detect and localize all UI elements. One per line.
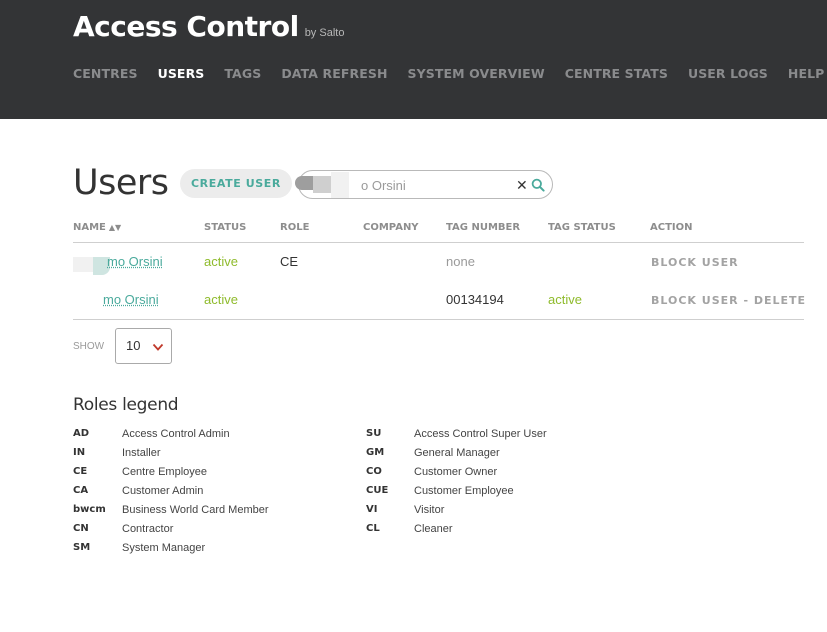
tag-status: active <box>548 292 582 307</box>
main-nav: CENTRES USERS TAGS DATA REFRESH SYSTEM O… <box>73 66 824 81</box>
header-tag-status: TAG STATUS <box>548 222 616 233</box>
role-code: CA <box>73 485 89 496</box>
role-code: CN <box>73 523 89 534</box>
nav-item-user-logs[interactable]: USER LOGS <box>688 66 768 81</box>
role-code: CUE <box>366 485 389 496</box>
role-code: AD <box>73 428 90 439</box>
role-code: SU <box>366 428 382 439</box>
role-description: Installer <box>122 447 161 459</box>
user-name-link[interactable]: mo Orsini <box>103 292 159 308</box>
redacted-overlay <box>295 172 351 200</box>
nav-item-system-overview[interactable]: SYSTEM OVERVIEW <box>408 66 545 81</box>
nav-item-tags[interactable]: TAGS <box>224 66 261 81</box>
header-tag-number: TAG NUMBER <box>446 222 521 233</box>
user-status: active <box>204 254 238 269</box>
role-description: Contractor <box>122 523 174 535</box>
nav-item-help[interactable]: HELP <box>788 66 825 81</box>
header-status: STATUS <box>204 222 247 233</box>
role-description: Visitor <box>414 504 445 516</box>
role-code: CL <box>366 523 380 534</box>
role-description: Customer Owner <box>414 466 498 478</box>
tag-number: 00134194 <box>446 292 504 307</box>
search-input[interactable] <box>361 176 511 194</box>
role-code: CO <box>366 466 382 477</box>
chevron-down-icon <box>152 343 164 351</box>
page-title: Users <box>73 163 169 203</box>
role-code: CE <box>73 466 88 477</box>
user-status: active <box>204 292 238 307</box>
app-header: Access Control by Salto CENTRES USERS TA… <box>0 0 827 119</box>
sort-icon[interactable]: ▲▼ <box>109 223 121 232</box>
user-role: CE <box>280 254 299 269</box>
brand-title: Access Control <box>73 10 299 43</box>
table-bottom-divider <box>73 319 804 320</box>
header-company: COMPANY <box>363 222 419 233</box>
block-user-button[interactable]: BLOCK USER <box>651 255 739 271</box>
role-description: System Manager <box>122 542 206 554</box>
tag-number: none <box>446 254 475 269</box>
role-description: Cleaner <box>414 523 453 535</box>
user-name-link[interactable]: mo Orsini <box>107 254 163 270</box>
role-code: VI <box>366 504 378 515</box>
page-size-value: 10 <box>126 338 141 353</box>
header-action: ACTION <box>650 222 693 233</box>
nav-item-centre-stats[interactable]: CENTRE STATS <box>565 66 668 81</box>
user-search: ✕ <box>295 170 553 200</box>
header-divider <box>73 242 804 243</box>
header-name[interactable]: NAME ▲▼ <box>73 222 121 233</box>
show-label: SHOW <box>73 341 105 352</box>
roles-legend-title: Roles legend <box>73 395 179 415</box>
role-code: GM <box>366 447 385 458</box>
role-description: Business World Card Member <box>122 504 269 516</box>
role-description: Centre Employee <box>122 466 207 478</box>
page-size-select[interactable]: 10 <box>115 328 172 364</box>
brand[interactable]: Access Control by Salto <box>73 10 344 43</box>
search-icon[interactable] <box>531 178 545 192</box>
role-description: Customer Admin <box>122 485 204 497</box>
nav-item-data-refresh[interactable]: DATA REFRESH <box>281 66 387 81</box>
nav-item-centres[interactable]: CENTRES <box>73 66 138 81</box>
brand-by-salto: by Salto <box>304 27 345 39</box>
role-description: General Manager <box>414 447 500 459</box>
header-role: ROLE <box>280 222 310 233</box>
block-user-delete-button[interactable]: BLOCK USER - DELETE <box>651 293 806 309</box>
role-description: Access Control Admin <box>122 428 230 440</box>
role-description: Access Control Super User <box>414 428 547 440</box>
redacted-overlay <box>73 294 104 310</box>
redacted-overlay <box>73 257 93 272</box>
role-code: SM <box>73 542 91 553</box>
clear-icon[interactable]: ✕ <box>516 176 528 194</box>
role-code: IN <box>73 447 86 458</box>
nav-item-users[interactable]: USERS <box>158 66 205 81</box>
role-description: Customer Employee <box>414 485 514 497</box>
role-code: bwcm <box>73 504 106 515</box>
create-user-button[interactable]: CREATE USER <box>180 169 292 198</box>
